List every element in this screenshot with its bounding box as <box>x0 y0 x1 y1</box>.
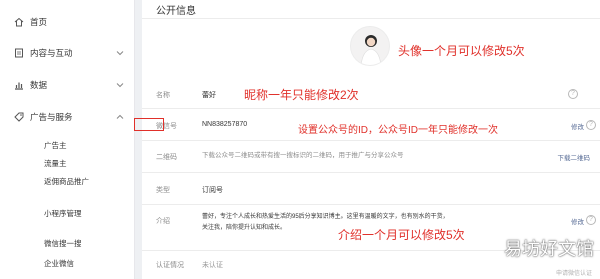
tag-icon <box>14 112 24 122</box>
sidebar-item-commission[interactable]: 返佣商品推广 <box>44 176 89 187</box>
divider <box>142 204 600 205</box>
edit-wechat-id-link[interactable]: 修改 <box>571 121 584 131</box>
type-value: 订阅号 <box>202 187 223 194</box>
intro-line: 蕾好，专注个人成长和热爱生活的95后分享知识博主。这里有温暖的文字，也有别水的干… <box>202 214 449 220</box>
intro-label: 介绍 <box>156 218 170 225</box>
nav-home-label: 首页 <box>30 17 48 27</box>
home-icon <box>14 17 24 27</box>
help-icon[interactable]: ? <box>586 215 596 225</box>
verify-value: 未认证 <box>202 262 223 269</box>
download-qrcode-link[interactable]: 下载二维码 <box>558 152 591 162</box>
name-label: 名称 <box>156 92 170 99</box>
intro-annotation: 介绍一个月可以修改5次 <box>338 228 465 242</box>
help-icon[interactable]: ? <box>586 120 596 130</box>
edit-intro-link[interactable]: 修改 <box>571 216 584 226</box>
person-avatar-icon <box>360 35 382 65</box>
sidebar-item-advertiser[interactable]: 广告主 <box>44 140 67 151</box>
chevron-up-icon <box>116 114 124 119</box>
chevron-down-icon <box>116 83 124 88</box>
nickname-annotation: 昵称一年只能修改2次 <box>244 88 359 102</box>
nav-home[interactable]: 首页 <box>14 14 126 30</box>
name-value: 蕾好 <box>202 92 216 99</box>
apply-verify-link[interactable]: 申请微信认证 <box>556 268 592 277</box>
divider <box>142 140 600 141</box>
avatar-annotation: 头像一个月可以修改5次 <box>398 44 525 58</box>
help-icon[interactable]: ? <box>568 89 578 99</box>
sidebar: 首页 内容与互动 数据 广告与服务 广告主 流量主 返佣商品推广 小程序管理 微… <box>0 0 135 279</box>
divider <box>142 172 600 173</box>
id-annotation: 设置公众号的ID，公众号ID一年只能修改一次 <box>298 125 498 136</box>
nav-data[interactable]: 数据 <box>14 77 126 93</box>
section-title: 公开信息 <box>156 6 196 17</box>
chevron-down-icon <box>116 51 124 56</box>
avatar[interactable] <box>350 26 390 66</box>
watermark: 易坊好文馆 <box>504 239 594 260</box>
wechat-id-highlight <box>134 118 164 131</box>
verify-label: 认证情况 <box>156 262 184 269</box>
wechat-id-value: NN838257870 <box>202 121 248 128</box>
document-icon <box>15 48 23 58</box>
nav-ads[interactable]: 广告与服务 <box>14 109 126 125</box>
sidebar-item-traffic-host[interactable]: 流量主 <box>44 158 67 169</box>
qrcode-label: 二维码 <box>156 154 177 161</box>
divider <box>142 108 600 109</box>
sidebar-item-mini-program[interactable]: 小程序管理 <box>44 208 82 219</box>
nav-data-label: 数据 <box>30 80 48 90</box>
type-label: 类型 <box>156 187 170 194</box>
divider <box>142 18 600 19</box>
qrcode-desc: 下载公众号二维码或带有搜一搜标识的二维码，用于推广与分享公众号 <box>202 152 404 159</box>
sidebar-item-search[interactable]: 微信搜一搜 <box>44 238 82 249</box>
nav-content[interactable]: 内容与互动 <box>14 45 126 61</box>
sidebar-item-enterprise[interactable]: 企业微信 <box>44 258 74 269</box>
nav-content-label: 内容与互动 <box>30 48 73 58</box>
chart-icon <box>15 82 23 90</box>
nav-ads-label: 广告与服务 <box>30 112 73 122</box>
